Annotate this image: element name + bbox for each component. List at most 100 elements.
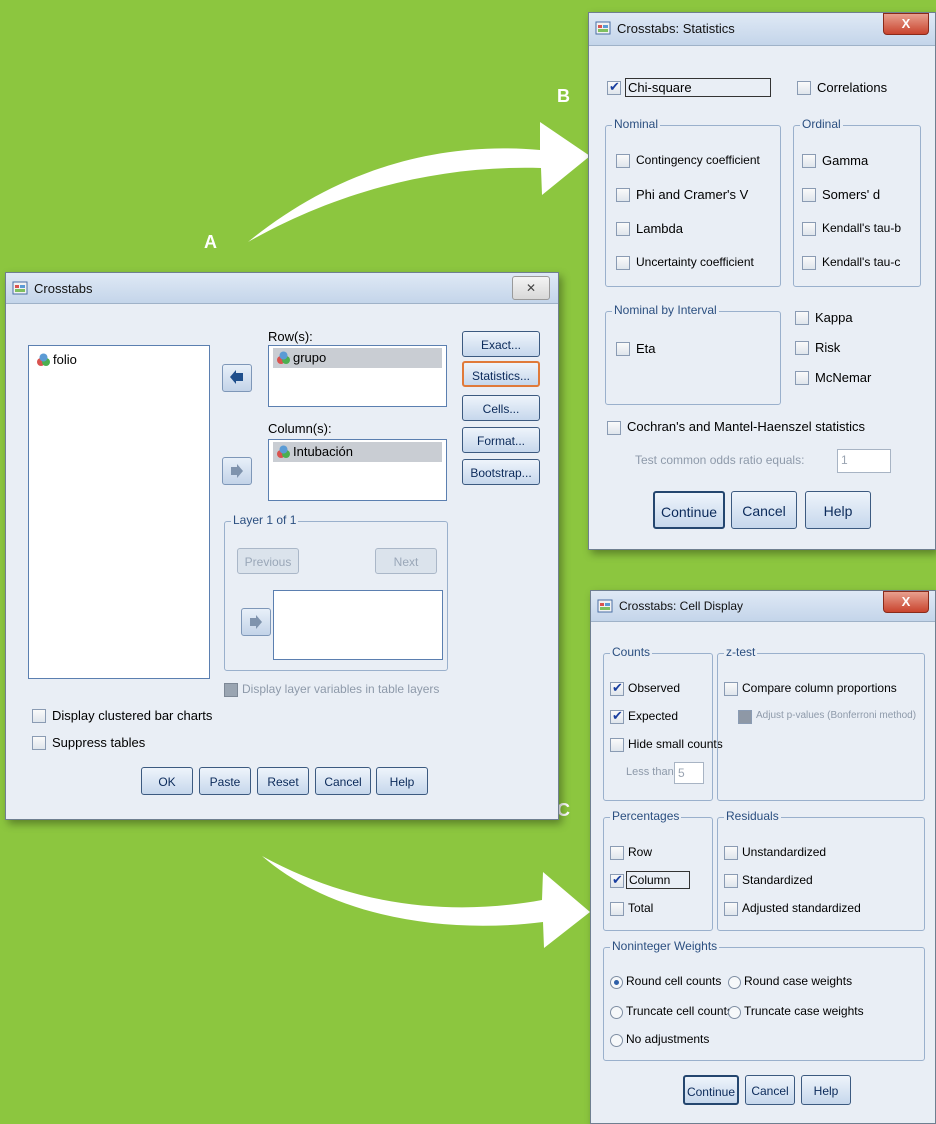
close-button[interactable]: X bbox=[883, 591, 929, 613]
continue-button[interactable]: Continue bbox=[683, 1075, 739, 1105]
source-variable-list[interactable]: folio bbox=[28, 345, 210, 679]
truncate-cell-counts-radio[interactable] bbox=[610, 1006, 623, 1019]
cancel-button[interactable]: Cancel bbox=[731, 491, 797, 529]
clustered-bar-label: Display clustered bar charts bbox=[52, 708, 213, 723]
contingency-label: Contingency coefficient bbox=[636, 153, 760, 167]
kendall-b-checkbox[interactable] bbox=[802, 222, 816, 236]
list-item[interactable]: folio bbox=[33, 350, 77, 370]
phi-cramer-label: Phi and Cramer's V bbox=[636, 187, 749, 202]
total-checkbox[interactable] bbox=[610, 902, 624, 916]
gamma-checkbox[interactable] bbox=[802, 154, 816, 168]
somers-label: Somers' d bbox=[822, 187, 881, 202]
odds-ratio-input[interactable]: 1 bbox=[837, 449, 891, 473]
hide-small-counts-label: Hide small counts bbox=[628, 737, 723, 751]
layer-list[interactable] bbox=[273, 590, 443, 660]
crosstabs-titlebar: Crosstabs ✕ bbox=[6, 273, 558, 304]
kappa-label: Kappa bbox=[815, 310, 853, 325]
move-to-columns-button[interactable] bbox=[222, 457, 252, 485]
column-checkbox[interactable] bbox=[610, 872, 624, 888]
percentages-group: Percentages Row Column Total bbox=[603, 809, 713, 931]
cmh-checkbox[interactable] bbox=[607, 421, 621, 435]
move-to-layer-button[interactable] bbox=[241, 608, 271, 636]
chi-square-checkbox[interactable] bbox=[607, 79, 621, 95]
close-button[interactable]: ✕ bbox=[512, 276, 550, 300]
row-checkbox[interactable] bbox=[610, 846, 624, 860]
cell-display-dialog: Crosstabs: Cell Display X Counts Observe… bbox=[590, 590, 936, 1124]
unstandardized-checkbox[interactable] bbox=[724, 846, 738, 860]
eta-label: Eta bbox=[636, 341, 656, 356]
display-layer-checkbox[interactable] bbox=[224, 683, 238, 697]
ordinal-label: Ordinal bbox=[800, 117, 843, 131]
observed-checkbox[interactable] bbox=[610, 680, 624, 696]
arrow-a-to-b bbox=[248, 122, 590, 242]
rows-list[interactable]: grupo bbox=[268, 345, 447, 407]
format-button[interactable]: Format... bbox=[462, 427, 540, 453]
eta-checkbox[interactable] bbox=[616, 342, 630, 356]
list-item[interactable]: Intubación bbox=[273, 442, 442, 462]
phi-cramer-checkbox[interactable] bbox=[616, 188, 630, 202]
unstandardized-label: Unstandardized bbox=[742, 845, 827, 859]
nominal-variable-icon bbox=[277, 445, 290, 458]
layer-label: Layer 1 of 1 bbox=[231, 513, 299, 527]
noninteger-weights-group: Noninteger Weights Round cell counts Rou… bbox=[603, 939, 925, 1061]
adjusted-standardized-label: Adjusted standardized bbox=[742, 901, 861, 915]
help-button[interactable]: Help bbox=[801, 1075, 851, 1105]
clustered-bar-checkbox[interactable] bbox=[32, 709, 46, 723]
kappa-checkbox[interactable] bbox=[795, 311, 809, 325]
truncate-case-weights-label: Truncate case weights bbox=[744, 1004, 864, 1018]
help-button[interactable]: Help bbox=[805, 491, 871, 529]
lambda-label: Lambda bbox=[636, 221, 683, 236]
cmh-label: Cochran's and Mantel-Haenszel statistics bbox=[627, 419, 866, 434]
list-item[interactable]: grupo bbox=[273, 348, 442, 368]
noninteger-weights-label: Noninteger Weights bbox=[610, 939, 720, 953]
statistics-button[interactable]: Statistics... bbox=[462, 361, 540, 387]
adjust-p-values-label: Adjust p-values (Bonferroni method) bbox=[756, 710, 917, 721]
reset-button[interactable]: Reset bbox=[257, 767, 309, 795]
compare-column-checkbox[interactable] bbox=[724, 682, 738, 696]
ok-button[interactable]: OK bbox=[141, 767, 193, 795]
next-button[interactable]: Next bbox=[375, 548, 437, 574]
no-adjustments-radio[interactable] bbox=[610, 1034, 623, 1047]
lambda-checkbox[interactable] bbox=[616, 222, 630, 236]
bootstrap-button[interactable]: Bootstrap... bbox=[462, 459, 540, 485]
suppress-tables-checkbox[interactable] bbox=[32, 736, 46, 750]
expected-checkbox[interactable] bbox=[610, 708, 624, 724]
adjust-p-values-checkbox[interactable] bbox=[738, 710, 752, 724]
standardized-checkbox[interactable] bbox=[724, 874, 738, 888]
crosstabs-app-icon bbox=[12, 281, 28, 295]
help-button[interactable]: Help bbox=[376, 767, 428, 795]
chi-square-label: Chi-square bbox=[625, 78, 771, 97]
z-test-label: z-test bbox=[724, 645, 758, 659]
cancel-button[interactable]: Cancel bbox=[315, 767, 371, 795]
exact-button[interactable]: Exact... bbox=[462, 331, 540, 357]
cells-button[interactable]: Cells... bbox=[462, 395, 540, 421]
mcnemar-checkbox[interactable] bbox=[795, 371, 809, 385]
round-cell-counts-label: Round cell counts bbox=[626, 974, 722, 988]
round-cell-counts-radio[interactable] bbox=[610, 976, 623, 989]
cancel-button[interactable]: Cancel bbox=[745, 1075, 795, 1105]
statistics-dialog: Crosstabs: Statistics X Chi-square Corre… bbox=[588, 12, 936, 550]
columns-label: Column(s): bbox=[268, 421, 332, 436]
residuals-label: Residuals bbox=[724, 809, 781, 823]
contingency-checkbox[interactable] bbox=[616, 154, 630, 168]
continue-button[interactable]: Continue bbox=[653, 491, 725, 529]
cell-display-title: Crosstabs: Cell Display bbox=[619, 599, 744, 613]
correlations-checkbox[interactable] bbox=[797, 81, 811, 95]
columns-list[interactable]: Intubación bbox=[268, 439, 447, 501]
adjusted-standardized-checkbox[interactable] bbox=[724, 902, 738, 916]
hide-small-counts-checkbox[interactable] bbox=[610, 738, 624, 752]
nominal-group: Nominal Contingency coefficient Phi and … bbox=[605, 117, 781, 287]
nominal-by-interval-label: Nominal by Interval bbox=[612, 303, 719, 317]
close-button[interactable]: X bbox=[883, 13, 929, 35]
move-to-rows-button[interactable] bbox=[222, 364, 252, 392]
previous-button[interactable]: Previous bbox=[237, 548, 299, 574]
somers-checkbox[interactable] bbox=[802, 188, 816, 202]
less-than-input[interactable]: 5 bbox=[674, 762, 704, 784]
kendall-c-checkbox[interactable] bbox=[802, 256, 816, 270]
truncate-case-weights-radio[interactable] bbox=[728, 1006, 741, 1019]
counts-group: Counts Observed Expected Hide small coun… bbox=[603, 645, 723, 801]
paste-button[interactable]: Paste bbox=[199, 767, 251, 795]
uncertainty-checkbox[interactable] bbox=[616, 256, 630, 270]
round-case-weights-radio[interactable] bbox=[728, 976, 741, 989]
risk-checkbox[interactable] bbox=[795, 341, 809, 355]
